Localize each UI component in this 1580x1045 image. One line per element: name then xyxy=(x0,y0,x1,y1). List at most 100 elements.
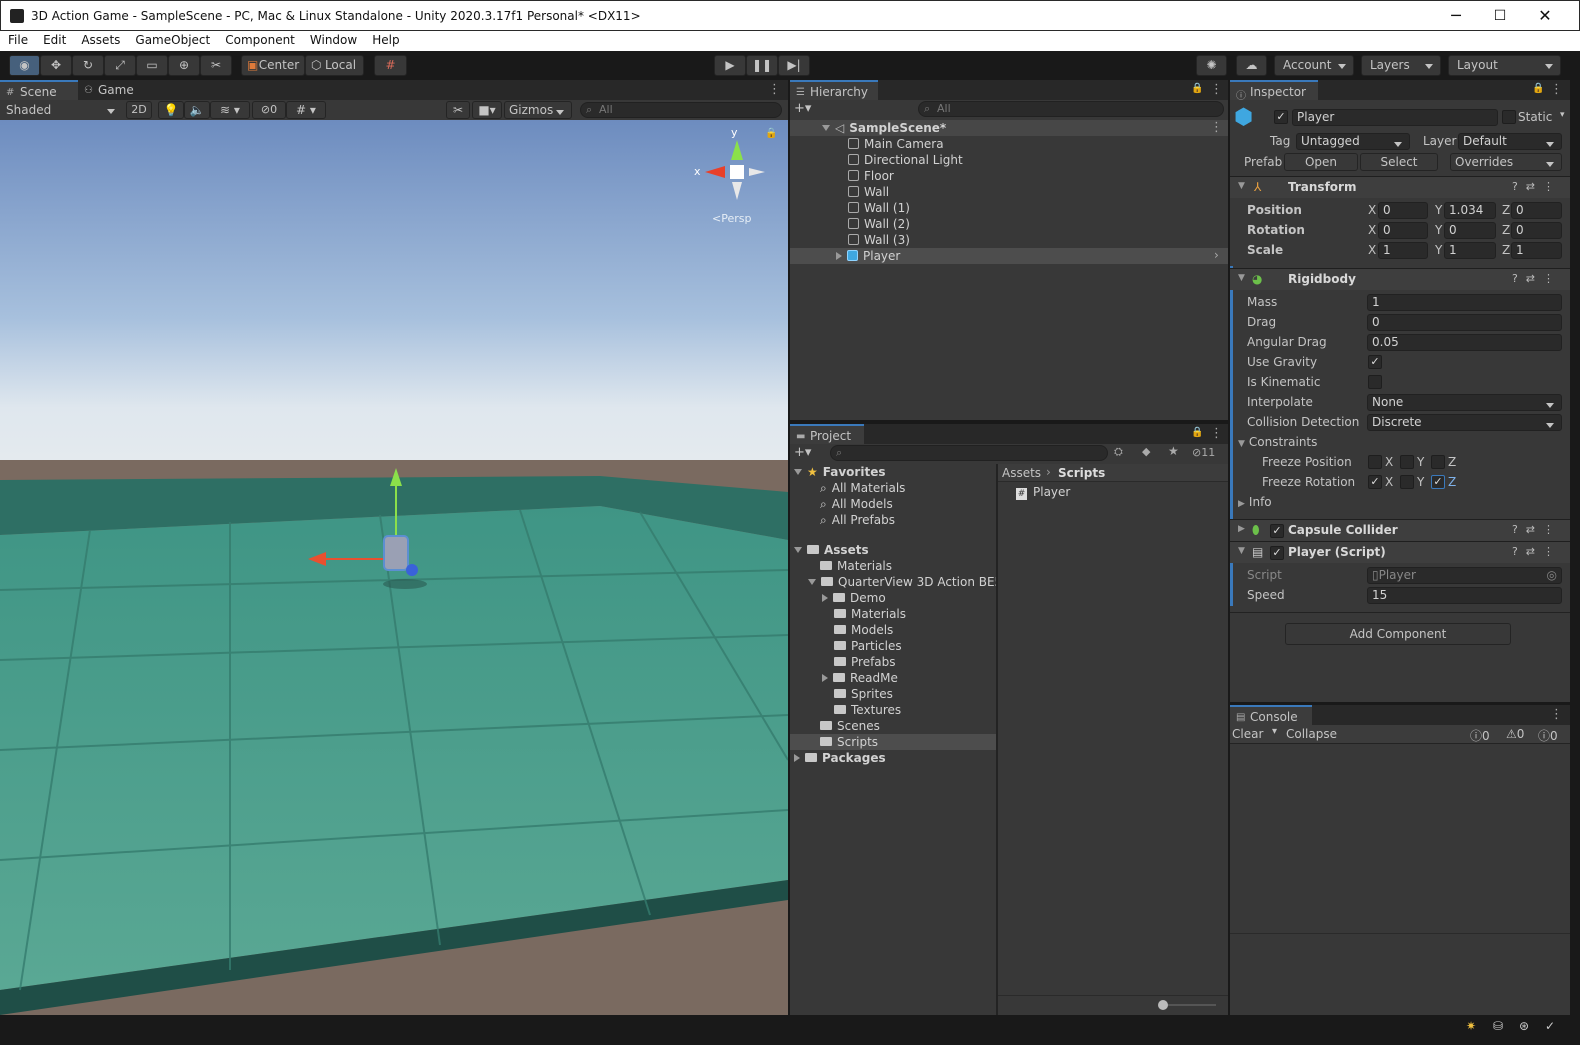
tab-scene[interactable]: # Scene xyxy=(0,80,78,100)
hidden-objects-toggle[interactable]: ⊘0 xyxy=(252,101,286,119)
hierarchy-item-player[interactable]: Player xyxy=(836,248,900,264)
freeze-pos-z-checkbox[interactable] xyxy=(1431,455,1445,469)
account-dropdown[interactable]: Account xyxy=(1274,55,1354,76)
menu-gameobject[interactable]: GameObject xyxy=(127,31,217,47)
mass-field[interactable]: 1 xyxy=(1367,294,1562,311)
favorites-star-icon[interactable]: ★ xyxy=(1168,444,1179,458)
folder-prefabs[interactable]: Prefabs xyxy=(834,654,896,670)
packages-folder[interactable]: Packages xyxy=(794,750,886,766)
prefab-open-button[interactable]: Open xyxy=(1284,153,1358,171)
create-asset-plus-icon[interactable]: +▾ xyxy=(794,445,811,460)
tools-icon[interactable]: ✂ xyxy=(446,101,470,119)
folder-readme[interactable]: ReadMe xyxy=(822,670,898,686)
freeze-rot-y-checkbox[interactable] xyxy=(1400,475,1414,489)
rotation-z-field[interactable]: 0 xyxy=(1511,222,1562,239)
hierarchy-search-input[interactable]: ⌕ All xyxy=(918,101,1224,117)
hierarchy-item-wall[interactable]: Wall xyxy=(848,184,889,200)
scene-viewport[interactable]: y x <Persp 🔒 xyxy=(0,120,788,1015)
tab-console[interactable]: ▤ Console xyxy=(1230,705,1312,725)
icon-size-slider[interactable] xyxy=(1164,1004,1216,1006)
favorite-all-prefabs[interactable]: ⌕ All Prefabs xyxy=(820,512,895,528)
tab-project[interactable]: ▬ Project xyxy=(790,424,864,444)
grid-icon[interactable]: # ▾ xyxy=(286,101,326,119)
chevron-right-icon[interactable]: › xyxy=(1214,248,1219,262)
freeze-pos-y-checkbox[interactable] xyxy=(1400,455,1414,469)
auto-refresh-check-icon[interactable]: ✓ xyxy=(1545,1019,1555,1033)
filter-type-icon[interactable]: ⛭ xyxy=(1114,445,1123,459)
error-count-toggle[interactable]: ⓘ0 xyxy=(1538,727,1558,744)
inspector-menu-icon[interactable]: ⋮ xyxy=(1550,82,1563,97)
folder-models[interactable]: Models xyxy=(834,622,893,638)
persp-label[interactable]: <Persp xyxy=(712,212,751,225)
rect-tool-icon[interactable]: ▭ xyxy=(136,55,168,76)
create-plus-icon[interactable]: +▾ xyxy=(794,101,811,116)
rotation-y-field[interactable]: 0 xyxy=(1444,222,1496,239)
scene-row-menu-icon[interactable]: ⋮ xyxy=(1210,120,1223,135)
layout-dropdown[interactable]: Layout xyxy=(1448,55,1561,76)
static-checkbox[interactable] xyxy=(1502,110,1516,124)
tab-game[interactable]: ⚇ Game xyxy=(78,80,148,100)
effects-icon[interactable]: ≋ ▾ xyxy=(210,101,250,119)
lock-icon[interactable]: 🔒 xyxy=(1191,427,1203,438)
static-dropdown-icon[interactable]: ▾ xyxy=(1560,110,1565,120)
constraints-foldout[interactable]: ▼ Constraints xyxy=(1238,433,1317,451)
log-count-toggle[interactable]: ⓘ0 xyxy=(1470,727,1490,744)
rotation-x-field[interactable]: 0 xyxy=(1378,222,1428,239)
scene-menu-icon[interactable]: ⋮ xyxy=(768,82,781,97)
project-search-input[interactable]: ⌕ xyxy=(830,445,1108,461)
scene-search-input[interactable]: ⌕ All xyxy=(580,102,782,118)
clear-button[interactable]: Clear xyxy=(1232,727,1263,741)
cloud-icon[interactable]: ☁ xyxy=(1236,55,1267,76)
maximize-button[interactable]: ☐ xyxy=(1488,5,1512,27)
menu-help[interactable]: Help xyxy=(364,31,406,47)
lock-icon[interactable]: 🔒 xyxy=(765,128,777,139)
folder-materials-2[interactable]: Materials xyxy=(834,606,906,622)
script-enabled-checkbox[interactable]: ✓ xyxy=(1270,546,1284,560)
folder-materials[interactable]: Materials xyxy=(820,558,892,574)
interpolate-dropdown[interactable]: None xyxy=(1367,394,1562,411)
position-x-field[interactable]: 0 xyxy=(1378,202,1428,219)
mode-2d-toggle[interactable]: 2D xyxy=(126,101,152,119)
folder-scenes[interactable]: Scenes xyxy=(820,718,880,734)
hierarchy-item-wall-1[interactable]: Wall (1) xyxy=(848,200,910,216)
component-header-icons[interactable]: ?⇄⋮ xyxy=(1512,180,1562,193)
hidden-packages-toggle[interactable]: ⊘11 xyxy=(1192,446,1215,459)
pause-button[interactable]: ❚❚ xyxy=(746,55,778,76)
hierarchy-item-main-camera[interactable]: Main Camera xyxy=(848,136,944,152)
breadcrumb-assets[interactable]: Assets xyxy=(1002,466,1041,480)
lighting-icon[interactable]: 💡 xyxy=(158,101,184,119)
position-z-field[interactable]: 0 xyxy=(1511,202,1562,219)
slider-handle[interactable] xyxy=(1158,1000,1168,1010)
rotate-tool-icon[interactable]: ↻ xyxy=(72,55,104,76)
folder-particles[interactable]: Particles xyxy=(834,638,902,654)
rigidbody-header[interactable]: ▼ ◕ Rigidbody ?⇄⋮ xyxy=(1230,268,1570,290)
folder-sprites[interactable]: Sprites xyxy=(834,686,893,702)
is-kinematic-checkbox[interactable] xyxy=(1368,375,1382,389)
pivot-center-button[interactable]: ▣ Center xyxy=(241,55,305,76)
folder-quarterview[interactable]: QuarterView 3D Action BE5 xyxy=(808,574,1002,590)
bug-report-icon[interactable]: ✷ xyxy=(1466,1019,1476,1033)
player-script-header[interactable]: ▼ ▤ ✓ Player (Script) ?⇄⋮ xyxy=(1230,541,1570,563)
scale-tool-icon[interactable]: ⤢ xyxy=(104,55,136,76)
move-tool-icon[interactable]: ✥ xyxy=(40,55,72,76)
tag-dropdown[interactable]: Untagged xyxy=(1296,133,1410,150)
use-gravity-checkbox[interactable]: ✓ xyxy=(1368,355,1382,369)
view-tool-eye-icon[interactable]: ◉ xyxy=(9,55,40,76)
freeze-rot-x-checkbox[interactable]: ✓ xyxy=(1368,475,1382,489)
debug-mode-icon[interactable]: ⊛ xyxy=(1519,1019,1529,1033)
folder-scripts[interactable]: Scripts xyxy=(820,734,878,750)
favorite-all-materials[interactable]: ⌕ All Materials xyxy=(820,480,905,496)
draw-mode-dropdown[interactable]: Shaded xyxy=(2,101,122,119)
add-component-button[interactable]: Add Component xyxy=(1285,623,1511,645)
gizmos-dropdown[interactable]: Gizmos xyxy=(504,101,572,119)
play-button[interactable]: ▶ xyxy=(714,55,746,76)
tab-inspector[interactable]: ⓘ Inspector xyxy=(1230,80,1318,102)
component-header-icons[interactable]: ?⇄⋮ xyxy=(1512,523,1562,536)
assets-folder[interactable]: Assets xyxy=(794,542,869,558)
cache-server-icon[interactable]: ⛁ xyxy=(1493,1019,1503,1033)
angular-drag-field[interactable]: 0.05 xyxy=(1367,334,1562,351)
scale-y-field[interactable]: 1 xyxy=(1444,242,1496,259)
console-menu-icon[interactable]: ⋮ xyxy=(1550,707,1563,722)
scale-x-field[interactable]: 1 xyxy=(1378,242,1428,259)
hierarchy-item-floor[interactable]: Floor xyxy=(848,168,894,184)
